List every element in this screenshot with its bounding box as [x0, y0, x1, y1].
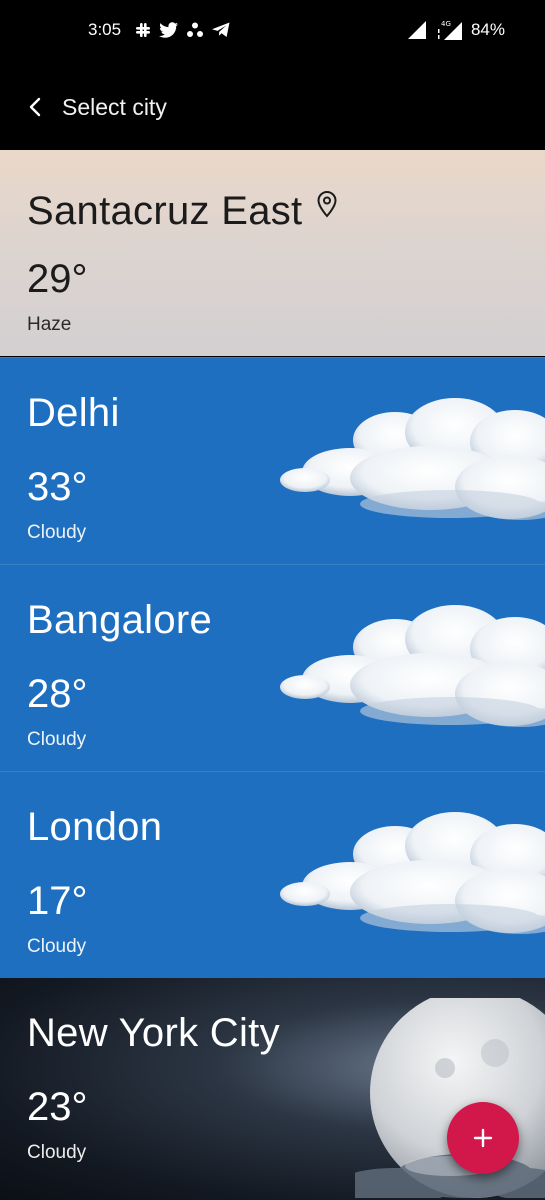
- signal-4g-icon: 4G: [437, 20, 462, 40]
- notification-icons: [134, 18, 231, 42]
- cloud-icon: [280, 812, 545, 934]
- city-name: Santacruz East: [27, 189, 303, 233]
- add-city-button[interactable]: [447, 1102, 519, 1174]
- twitter-icon: [159, 22, 178, 38]
- telegram-icon: [212, 22, 230, 37]
- cloud-icon: [280, 398, 545, 520]
- city-card-london[interactable]: London 17° Cloudy: [0, 771, 545, 978]
- city-temperature: 23°: [27, 1085, 88, 1129]
- city-name: New York City: [27, 1011, 280, 1055]
- app-icon: [187, 22, 203, 37]
- city-condition: Cloudy: [27, 1142, 87, 1163]
- back-button[interactable]: [18, 90, 52, 124]
- status-right: 4G 84%: [407, 18, 505, 42]
- moon-icon: [355, 998, 545, 1198]
- app-bar: Select city: [0, 62, 545, 150]
- city-name: London: [27, 805, 163, 849]
- city-name: Bangalore: [27, 598, 213, 642]
- city-name: Delhi: [27, 391, 120, 435]
- cloud-icon: [280, 605, 545, 727]
- city-temperature: 17°: [27, 879, 88, 923]
- battery-percent: 84%: [470, 20, 505, 39]
- city-temperature: 28°: [27, 672, 88, 716]
- city-card-bangalore[interactable]: Bangalore 28° Cloudy: [0, 564, 545, 771]
- city-condition: Haze: [27, 314, 72, 335]
- city-condition: Cloudy: [27, 729, 87, 750]
- city-temperature: 33°: [27, 465, 88, 509]
- location-pin-icon: [316, 183, 338, 228]
- city-condition: Cloudy: [27, 522, 87, 543]
- city-card-santacruz-east[interactable]: Santacruz East 29° Haze: [0, 150, 545, 356]
- status-time: 3:05: [88, 20, 122, 39]
- city-condition: Cloudy: [27, 936, 87, 957]
- city-temperature: 29°: [27, 257, 88, 301]
- status-bar: 3:05 4G 84%: [0, 0, 545, 62]
- signal-icon: [407, 21, 426, 39]
- page-title: Select city: [62, 94, 167, 120]
- plus-icon: [473, 1128, 493, 1148]
- chevron-left-icon: [29, 97, 41, 117]
- slack-icon: [136, 23, 150, 37]
- network-label: 4G: [441, 20, 451, 28]
- city-card-delhi[interactable]: Delhi 33° Cloudy: [0, 357, 545, 564]
- city-list: Santacruz East 29° Haze Delhi 33° Cloudy…: [0, 150, 545, 1200]
- city-name-row: Santacruz East: [27, 183, 338, 234]
